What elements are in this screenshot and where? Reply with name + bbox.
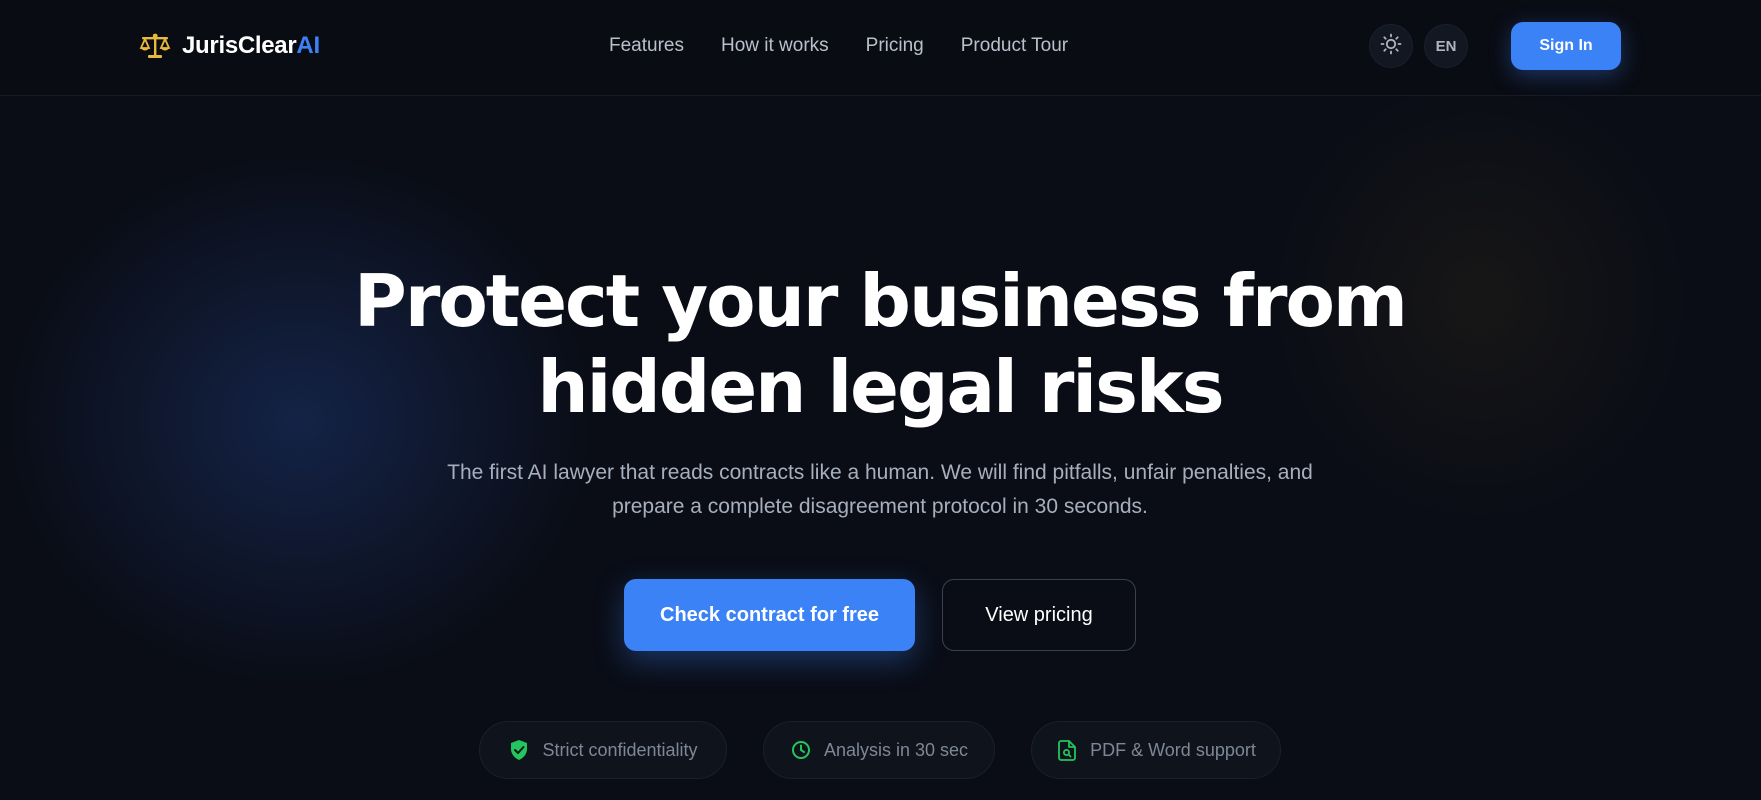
hero-title-line-2: hidden legal risks	[537, 345, 1224, 429]
nav-link-product-tour[interactable]: Product Tour	[961, 35, 1068, 57]
theme-toggle-button[interactable]	[1369, 24, 1413, 68]
logo-text-accent: AI	[296, 32, 320, 59]
hero-subtitle-line-2: prepare a complete disagreement protocol…	[612, 495, 1148, 518]
logo-text-main: JurisClear	[182, 32, 297, 59]
site-header: JurisClearAI Features How it works Prici…	[0, 0, 1761, 96]
logo[interactable]: JurisClearAI	[138, 28, 320, 64]
hero-title-line-1: Protect your business from	[354, 259, 1408, 343]
badge-label: PDF & Word support	[1090, 739, 1256, 760]
view-pricing-button[interactable]: View pricing	[942, 579, 1136, 651]
hero-subtitle-line-1: The first AI lawyer that reads contracts…	[447, 461, 1313, 484]
sun-icon	[1380, 33, 1402, 60]
check-contract-button[interactable]: Check contract for free	[624, 579, 915, 651]
hero-title: Protect your business from hidden legal …	[280, 258, 1480, 430]
clock-icon	[790, 739, 812, 761]
hero-subtitle: The first AI lawyer that reads contracts…	[380, 456, 1380, 524]
nav-link-how-it-works[interactable]: How it works	[721, 35, 829, 57]
logo-text: JurisClearAI	[182, 32, 320, 60]
nav-link-pricing[interactable]: Pricing	[866, 35, 924, 57]
landing-page: JurisClearAI Features How it works Prici…	[0, 0, 1761, 800]
nav-link-features[interactable]: Features	[609, 35, 684, 57]
main-nav: Features How it works Pricing Product To…	[609, 30, 1068, 62]
scales-icon	[138, 29, 172, 63]
badge-analysis-speed: Analysis in 30 sec	[763, 721, 995, 779]
feature-badges: Strict confidentiality Analysis in 30 se…	[0, 721, 1761, 779]
shield-check-icon	[508, 739, 530, 761]
language-switcher[interactable]: EN	[1424, 24, 1468, 68]
document-search-icon	[1056, 739, 1078, 761]
badge-file-support: PDF & Word support	[1031, 721, 1281, 779]
sign-in-button[interactable]: Sign In	[1511, 22, 1621, 70]
badge-label: Analysis in 30 sec	[823, 739, 969, 760]
badge-label: Strict confidentiality	[542, 739, 698, 760]
badge-confidentiality: Strict confidentiality	[479, 721, 727, 779]
